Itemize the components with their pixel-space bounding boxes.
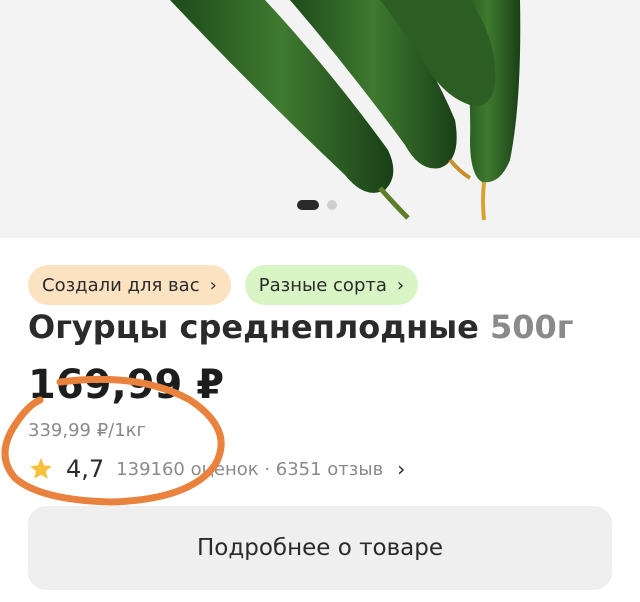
tag-list: Создали для вас › Разные сорта › — [28, 265, 419, 305]
pagination-dot[interactable] — [327, 200, 337, 210]
product-details-button[interactable]: Подробнее о товаре — [28, 506, 612, 590]
pagination-dot-active[interactable] — [297, 200, 319, 210]
tag-different-varieties[interactable]: Разные сорта › — [244, 265, 419, 305]
rating-row[interactable]: 4,7 139160 оценок · 6351 отзыв › — [28, 452, 405, 486]
chevron-right-icon: › — [396, 274, 405, 296]
product-image-gallery[interactable] — [0, 0, 640, 238]
chevron-right-icon: › — [209, 274, 217, 296]
product-weight: 500г — [489, 308, 574, 346]
tag-created-for-you[interactable]: Создали для вас › — [28, 265, 231, 305]
rating-value: 4,7 — [66, 455, 105, 483]
tag-label: Создали для вас — [42, 274, 200, 296]
gallery-pagination — [297, 200, 337, 210]
product-name: Огурцы среднеплодные — [28, 308, 479, 346]
product-title: Огурцы среднеплодные 500г — [28, 308, 618, 346]
tag-label: Разные сорта — [258, 274, 387, 296]
star-icon — [30, 458, 52, 479]
rating-reviews-count: 139160 оценок · 6351 отзыв — [116, 458, 384, 480]
chevron-right-icon[interactable]: › — [397, 457, 405, 481]
product-price: 169,99 ₽ — [28, 362, 225, 408]
unit-price: 339,99 ₽/1кг — [28, 420, 147, 441]
